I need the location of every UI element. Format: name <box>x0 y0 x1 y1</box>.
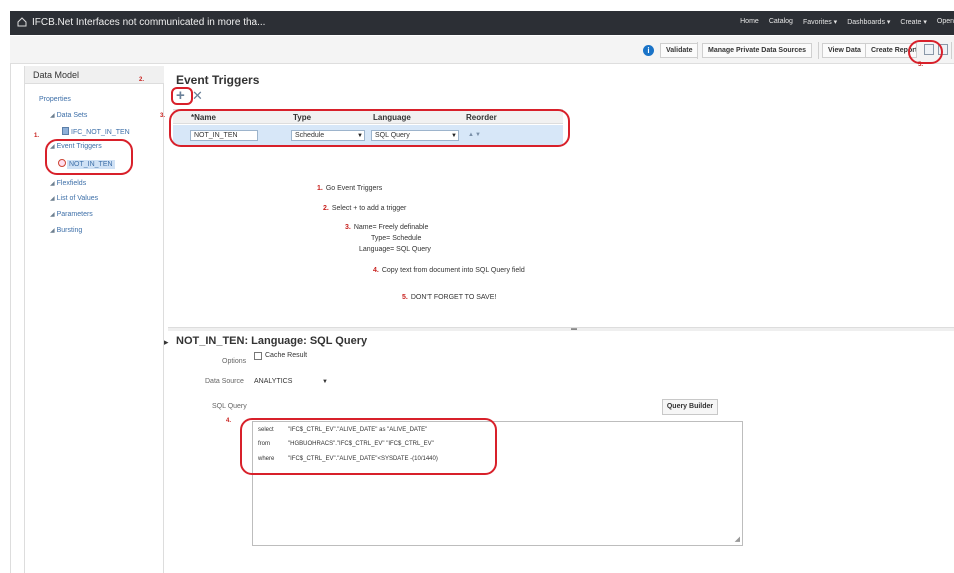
annotation-sql-highlight <box>240 418 497 475</box>
toolbar-divider <box>697 42 698 59</box>
dropdown-arrow-icon: ▼ <box>322 379 328 385</box>
expand-triangle-icon: ◢ <box>50 196 55 202</box>
tree-item-flexfields[interactable]: ◢ Flexfields <box>50 180 86 187</box>
nav-open[interactable]: Open <box>937 18 954 26</box>
nav-catalog[interactable]: Catalog <box>769 18 793 26</box>
step-number: 5. <box>402 294 408 301</box>
nav-create[interactable]: Create ▾ <box>900 18 926 26</box>
step-number: 3. <box>345 224 351 231</box>
step-text: Copy text from document into SQL Query f… <box>381 267 525 274</box>
step-text: Go Event Triggers <box>325 185 383 192</box>
nav-dashboards[interactable]: Dashboards ▾ <box>847 18 890 26</box>
sql-query-label: SQL Query <box>212 403 247 410</box>
tree-item-properties[interactable]: Properties <box>39 96 71 103</box>
page-left-border <box>10 36 11 573</box>
options-label: Options <box>222 358 247 365</box>
tree-label: Data Sets <box>56 112 88 119</box>
expand-triangle-icon: ◢ <box>50 113 55 119</box>
instruction-step-2: 2. Select + to add a trigger <box>323 205 406 212</box>
splitter-handle-icon[interactable]: ▬ <box>571 326 577 332</box>
expand-triangle-icon: ◢ <box>50 228 55 234</box>
annotation-number: 2. <box>139 77 145 83</box>
tree-label: IFC_NOT_IN_TEN <box>71 129 130 136</box>
tree-item-data-sets[interactable]: ◢ Data Sets <box>50 112 87 119</box>
cache-result-checkbox[interactable] <box>254 352 262 360</box>
annotation-number: 3. <box>160 113 166 119</box>
delete-icon[interactable]: ✕ <box>192 89 203 102</box>
query-pane-title: NOT_IN_TEN: Language: SQL Query <box>176 335 368 347</box>
manage-private-data-sources-button[interactable]: Manage Private Data Sources <box>702 43 813 58</box>
tree-label: Flexfields <box>56 180 87 187</box>
tree-item-data-set[interactable]: IFC_NOT_IN_TEN <box>62 127 130 136</box>
tree-label: List of Values <box>56 195 99 202</box>
step-number: 4. <box>373 267 379 274</box>
home-icon[interactable] <box>16 16 28 28</box>
view-data-button[interactable]: View Data <box>822 43 867 58</box>
toolbar-divider <box>818 42 819 59</box>
step-text: Select + to add a trigger <box>331 205 407 212</box>
data-source-label: Data Source <box>205 378 244 385</box>
nav-favorites[interactable]: Favorites ▾ <box>803 18 837 26</box>
toolbar: i Validate Manage Private Data Sources V… <box>10 36 954 64</box>
data-source-select[interactable]: ANALYTICS ▼ <box>254 376 332 388</box>
instruction-step-3: 3. Name= Freely definable <box>345 224 428 231</box>
tree-label: Properties <box>39 96 71 103</box>
tree-label: Parameters <box>56 211 93 218</box>
info-icon: i <box>643 45 654 56</box>
cache-result-label: Cache Result <box>265 352 308 359</box>
instruction-step-5: 5. DON'T FORGET TO SAVE! <box>402 294 496 301</box>
instruction-step-3-type: Type= Schedule <box>371 235 422 242</box>
tree-item-parameters[interactable]: ◢ Parameters <box>50 211 93 218</box>
validate-button[interactable]: Validate <box>660 43 699 58</box>
query-builder-button[interactable]: Query Builder <box>662 399 718 415</box>
tree-item-list-of-values[interactable]: ◢ List of Values <box>50 195 98 202</box>
step-text: Name= Freely definable <box>353 224 429 231</box>
instruction-step-3-language: Language= SQL Query <box>359 246 431 253</box>
section-title: Event Triggers <box>176 73 260 87</box>
annotation-save-highlight <box>908 40 943 64</box>
dataset-icon <box>62 127 69 135</box>
step-number: 1. <box>317 185 323 192</box>
panel-title: Data Model <box>33 70 80 80</box>
tree-item-bursting[interactable]: ◢ Bursting <box>50 227 82 234</box>
nav-home[interactable]: Home <box>740 18 759 26</box>
select-value: ANALYTICS <box>254 378 293 385</box>
pane-splitter[interactable]: ▬ <box>168 326 954 332</box>
collapse-caret-icon[interactable]: ▸ <box>164 337 169 348</box>
app-header: IFCB.Net Interfaces not communicated in … <box>10 11 954 35</box>
annotation-number: 1. <box>34 133 40 139</box>
tree-label: Bursting <box>56 227 83 234</box>
instruction-step-4: 4. Copy text from document into SQL Query… <box>373 267 525 274</box>
step-text: DON'T FORGET TO SAVE! <box>410 294 497 301</box>
expand-triangle-icon: ◢ <box>50 212 55 218</box>
resize-handle-icon[interactable]: ◢ <box>735 535 740 543</box>
annotation-number: 5. <box>918 62 924 68</box>
annotation-event-triggers-highlight <box>45 139 133 175</box>
top-nav: Home Catalog Favorites ▾ Dashboards ▾ Cr… <box>740 18 954 26</box>
instruction-step-1: 1. Go Event Triggers <box>317 185 382 192</box>
annotation-number: 4. <box>226 418 232 424</box>
annotation-add-highlight <box>171 87 193 105</box>
expand-triangle-icon: ◢ <box>50 181 55 187</box>
toolbar-divider <box>951 42 952 59</box>
window-title: IFCB.Net Interfaces not communicated in … <box>32 17 266 28</box>
annotation-trigger-row-highlight <box>169 109 570 147</box>
step-number: 2. <box>323 205 329 212</box>
